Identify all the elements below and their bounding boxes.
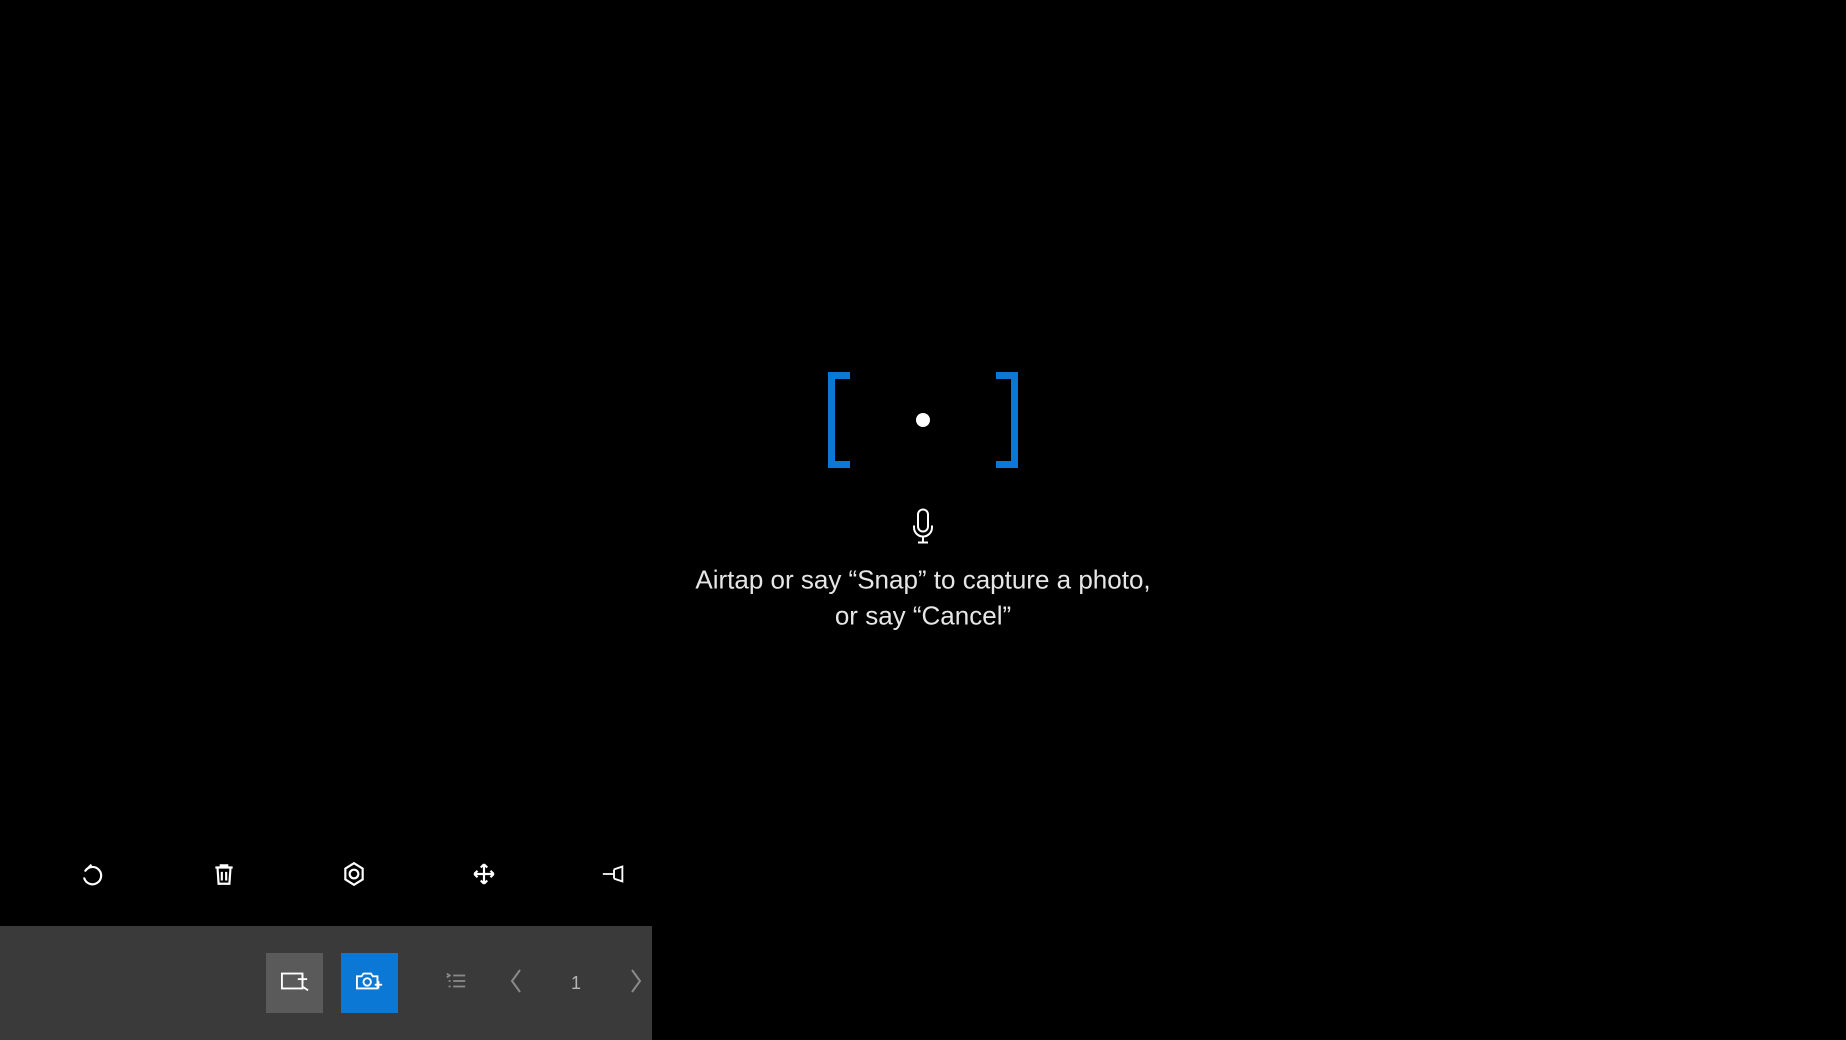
annotate-icon bbox=[281, 969, 309, 998]
pin-button[interactable] bbox=[600, 862, 628, 890]
dock-pager: 1 bbox=[440, 967, 652, 999]
bracket-right bbox=[996, 372, 1018, 468]
chevron-right-icon bbox=[627, 966, 645, 1001]
undo-button[interactable] bbox=[80, 862, 108, 890]
microphone-icon bbox=[911, 509, 935, 552]
move-button[interactable] bbox=[470, 862, 498, 890]
list-view-button[interactable] bbox=[440, 967, 472, 999]
capture-instruction: Airtap or say “Snap” to capture a photo,… bbox=[695, 562, 1150, 635]
microphone-indicator bbox=[911, 509, 935, 552]
camera-capture-screen: Airtap or say “Snap” to capture a photo,… bbox=[0, 0, 1846, 1040]
trash-icon bbox=[211, 861, 237, 892]
page-number: 1 bbox=[560, 967, 592, 999]
floating-action-row bbox=[80, 862, 628, 890]
pin-icon bbox=[601, 861, 627, 892]
focus-dot bbox=[916, 413, 930, 427]
target-icon bbox=[341, 861, 367, 892]
move-icon bbox=[471, 861, 497, 892]
bracket-left bbox=[828, 372, 850, 468]
chevron-left-icon bbox=[507, 966, 525, 1001]
next-page-button[interactable] bbox=[620, 967, 652, 999]
instruction-line-2: or say “Cancel” bbox=[695, 598, 1150, 634]
capture-viewfinder bbox=[828, 372, 1018, 468]
instruction-line-1: Airtap or say “Snap” to capture a photo, bbox=[695, 562, 1150, 598]
annotate-mode-button[interactable] bbox=[266, 953, 323, 1013]
camera-mode-button[interactable] bbox=[341, 953, 398, 1013]
delete-button[interactable] bbox=[210, 862, 238, 890]
list-icon bbox=[445, 970, 467, 997]
bottom-dock: 1 bbox=[0, 926, 652, 1040]
previous-page-button[interactable] bbox=[500, 967, 532, 999]
undo-icon bbox=[81, 861, 107, 892]
camera-icon bbox=[356, 969, 384, 998]
target-button[interactable] bbox=[340, 862, 368, 890]
